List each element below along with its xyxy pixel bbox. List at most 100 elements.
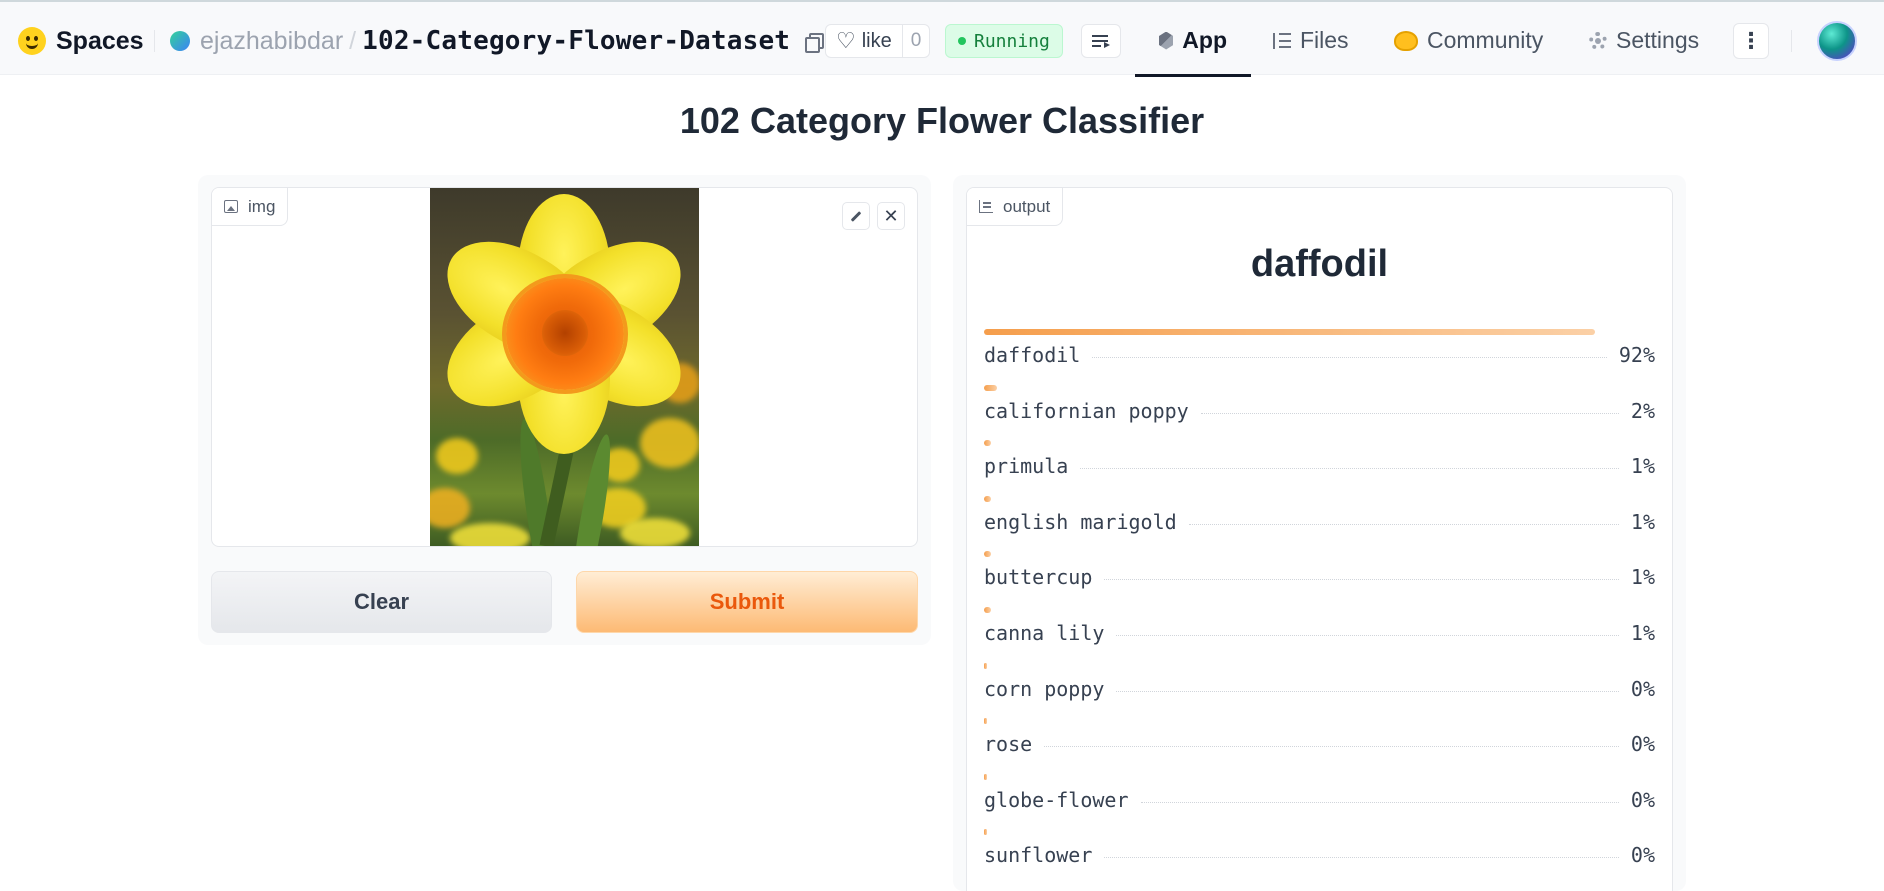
space-header: Spaces ejazhabibdar / 102-Category-Flowe… [0,2,1884,77]
gear-icon [1589,31,1607,50]
more-vertical-icon: ⋮ [1740,28,1762,53]
confidence-line: globe-flower 0% [984,788,1655,816]
confidence-value: 2% [1630,398,1655,423]
confidence-row[interactable]: canna lily 1% [984,607,1655,663]
tab-files[interactable]: Files [1249,4,1373,77]
spaces-brand-text: Spaces [56,26,144,55]
output-label-text: output [1003,196,1051,216]
image-label-text: img [248,196,276,216]
confidence-label: buttercup [984,565,1093,590]
confidence-row[interactable]: sunflower 0% [984,829,1655,885]
tab-community-label: Community [1427,27,1544,53]
confidence-line: rose 0% [984,732,1655,760]
status-text: Running [974,30,1050,52]
tab-files-label: Files [1300,27,1349,53]
remove-image-button[interactable]: ✕ [877,202,905,230]
dotted-leader [1140,801,1619,803]
like-count[interactable]: 0 [901,25,930,57]
confidence-value: 1% [1630,509,1655,534]
pencil-icon [850,210,862,222]
confidence-line: buttercup 1% [984,565,1655,593]
breadcrumb-separator: / [349,26,357,55]
confidence-label: rose [984,732,1033,757]
page-title: 102 Category Flower Classifier [679,100,1205,141]
confidence-bar [984,662,987,669]
confidence-bar [984,773,987,780]
confidence-label: corn poppy [984,676,1105,701]
copy-icon[interactable] [804,32,825,53]
owner-avatar[interactable] [170,31,190,51]
confidence-line: english marigold 1% [984,510,1655,538]
bar-chart-icon [979,200,993,213]
tab-app-label: App [1182,27,1227,53]
confidence-bar [984,329,1595,335]
header-divider [1791,30,1792,52]
repo-name-link[interactable]: 102-Category-Flower-Dataset [362,26,790,56]
queue-list-icon [1092,34,1110,48]
tab-community[interactable]: Community [1370,4,1567,77]
dotted-leader [1116,690,1619,692]
confidence-bar [984,384,998,391]
files-icon [1273,32,1291,49]
tab-settings[interactable]: Settings [1565,4,1723,77]
tab-app[interactable]: App [1135,4,1251,77]
spaces-home-link[interactable]: Spaces [18,26,144,56]
dotted-leader [1080,468,1619,470]
uploaded-flower-image [430,188,699,546]
confidence-row[interactable]: globe-flower 0% [984,773,1655,830]
like-button[interactable]: ♡ like 0 [825,24,931,58]
community-icon [1394,30,1418,51]
confidence-value: 1% [1630,454,1655,479]
confidence-value: 1% [1630,621,1655,645]
confidence-label: globe-flower [984,787,1129,812]
confidence-bar [984,718,987,725]
confidence-row[interactable]: daffodil 92% [984,329,1655,385]
confidence-row[interactable]: corn poppy 0% [984,662,1655,719]
user-avatar[interactable] [1817,21,1857,61]
like-button-main[interactable]: ♡ like [826,25,902,57]
confidence-label: californian poppy [984,398,1189,423]
confidence-value: 0% [1630,732,1655,757]
confidence-row[interactable]: primula 1% [984,440,1655,496]
confidence-row[interactable]: english marigold 1% [984,495,1655,552]
confidence-line: canna lily 1% [984,621,1655,649]
confidence-label: sunflower [984,843,1093,868]
image-block-label: img [212,188,289,226]
clear-button[interactable]: Clear [211,571,552,633]
confidence-bar [984,440,991,447]
submit-button[interactable]: Submit [576,571,918,633]
confidence-line: californian poppy 2% [984,399,1655,427]
dotted-leader [1104,579,1619,581]
confidence-bar [984,495,991,502]
confidence-line: primula 1% [984,454,1655,482]
repo-breadcrumb: ejazhabibdar / 102-Category-Flower-Datas… [170,24,825,58]
hugging-face-logo-icon [18,27,46,55]
like-label: like [861,29,892,52]
confidence-value: 0% [1630,843,1655,868]
output-block-label: output [967,188,1064,226]
more-options-button[interactable]: ⋮ [1733,23,1769,59]
top-prediction: daffodil [1250,243,1389,285]
header-divider [154,30,155,52]
confidence-row[interactable]: rose 0% [984,718,1655,774]
confidence-label: primula [984,454,1069,479]
confidence-row[interactable]: buttercup 1% [984,551,1655,607]
image-icon [224,200,238,213]
tab-settings-label: Settings [1616,27,1700,53]
confidence-label: daffodil [984,343,1081,367]
confidence-row[interactable]: californian poppy 2% [984,384,1655,441]
dotted-leader [1188,523,1619,525]
confidence-line: corn poppy 0% [984,677,1655,705]
status-badge[interactable]: Running [945,24,1063,58]
confidence-label: english marigold [984,509,1177,534]
confidence-label: canna lily [984,621,1105,645]
owner-link[interactable]: ejazhabibdar [200,27,343,56]
dotted-leader [1092,357,1607,358]
queue-button[interactable] [1081,24,1121,58]
dotted-leader [1104,857,1619,859]
image-input[interactable]: img ✕ [211,187,918,547]
edit-image-button[interactable] [842,202,870,230]
confidence-bar [984,551,991,558]
confidence-line: sunflower 0% [984,843,1655,871]
confidence-line: daffodil 92% [984,343,1655,371]
